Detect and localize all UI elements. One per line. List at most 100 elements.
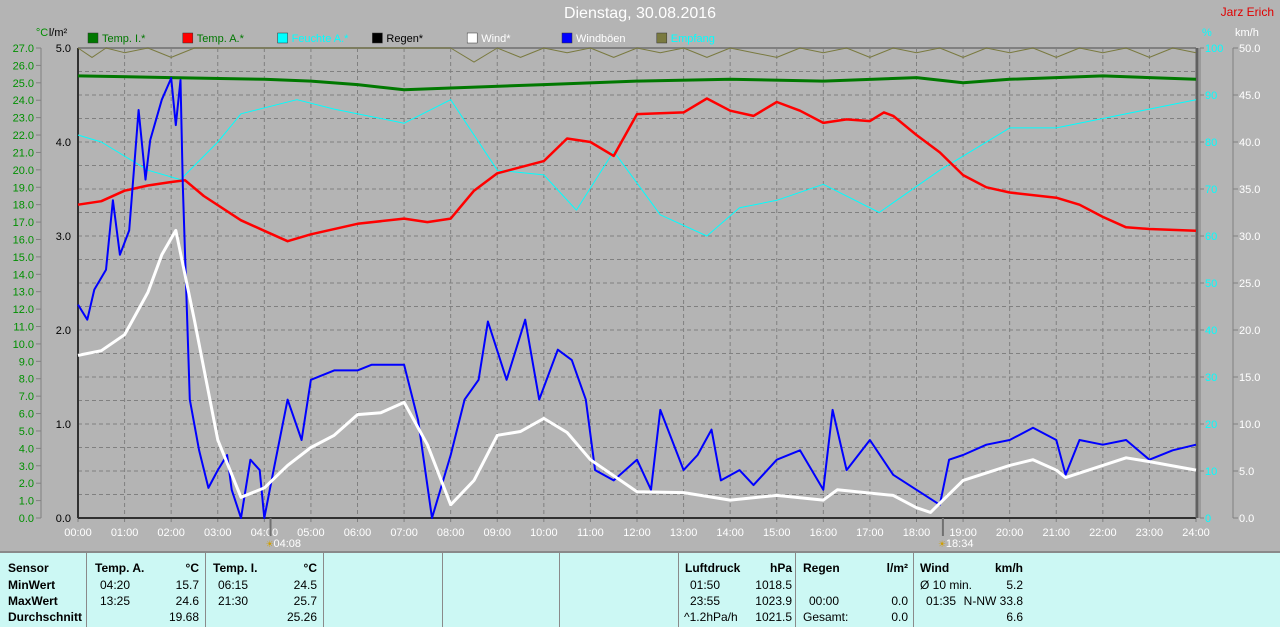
pressure-header: Luftdruck — [685, 561, 741, 575]
legend-swatch — [466, 32, 478, 44]
temp-tick-label: 14.0 — [13, 269, 34, 281]
temp-a-min-time: 04:20 — [100, 578, 131, 592]
x-tick-label: 21:00 — [1042, 527, 1070, 539]
x-tick-label: 17:00 — [856, 527, 884, 539]
temp-a-max: 24.6 — [175, 594, 199, 608]
legend-label: Temp. I.* — [102, 33, 146, 45]
avg-label: Durchschnitt — [8, 610, 83, 624]
rain-time: 00:00 — [809, 594, 840, 608]
x-tick-label: 05:00 — [297, 527, 325, 539]
humidity-tick-label: 10 — [1205, 466, 1217, 478]
humidity-tick-label: 70 — [1205, 184, 1217, 196]
temp-tick-label: 18.0 — [13, 200, 34, 212]
rain-unit: l/m² — [886, 561, 908, 575]
x-tick-label: 15:00 — [763, 527, 791, 539]
sensor-label: Sensor — [8, 561, 49, 575]
temp-i-max: 25.7 — [293, 594, 317, 608]
legend-label: Empfang — [671, 33, 715, 45]
x-tick-label: 23:00 — [1136, 527, 1164, 539]
min-label: MinWert — [8, 578, 56, 592]
temp-tick-label: 12.0 — [13, 304, 34, 316]
x-tick-label: 22:00 — [1089, 527, 1117, 539]
col-divider — [678, 553, 679, 627]
temp-tick-label: 2.0 — [19, 478, 34, 490]
marker-label: 04:08 — [274, 538, 302, 550]
temp-a-header: Temp. A. — [95, 561, 145, 575]
humidity-tick-label: 40 — [1205, 325, 1217, 337]
temp-tick-label: 1.0 — [19, 496, 34, 508]
pressure-current: 1021.5 — [755, 610, 792, 624]
temp-i-unit: °C — [303, 561, 317, 575]
temp-tick-label: 20.0 — [13, 165, 34, 177]
legend-label: Windböen — [576, 33, 626, 45]
rain-value: 0.0 — [891, 594, 908, 608]
temp-tick-label: 13.0 — [13, 287, 34, 299]
temp-i-header: Temp. I. — [213, 561, 258, 575]
temp-tick-label: 6.0 — [19, 409, 34, 421]
legend-swatch — [87, 32, 99, 44]
wind-avg-label: Ø 10 min. — [920, 578, 973, 592]
col-divider — [86, 553, 87, 627]
x-tick-label: 03:00 — [204, 527, 232, 539]
x-tick-label: 16:00 — [810, 527, 838, 539]
x-tick-label: 12:00 — [623, 527, 651, 539]
temp-tick-label: 15.0 — [13, 252, 34, 264]
pressure-unit: hPa — [769, 561, 792, 575]
series-line-windböen — [77, 77, 1197, 519]
legend-label: Wind* — [481, 33, 511, 45]
rain-total: 0.0 — [891, 610, 908, 624]
pressure-max-time: 23:55 — [690, 594, 721, 608]
temp-i-min: 24.5 — [293, 578, 317, 592]
wind-tick-label: 15.0 — [1239, 372, 1260, 384]
wind-max: N-NW 33.8 — [963, 594, 1023, 608]
col-divider — [913, 553, 914, 627]
temp-tick-label: 7.0 — [19, 391, 34, 403]
humidity-tick-label: 0 — [1205, 513, 1211, 525]
rain-tick-label: 3.0 — [56, 231, 71, 243]
temp-tick-label: 27.0 — [13, 43, 34, 55]
wind-header: Wind — [920, 561, 950, 575]
temp-a-max-time: 13:25 — [100, 594, 131, 608]
temp-i-min-time: 06:15 — [218, 578, 249, 592]
rain-tick-label: 5.0 — [56, 43, 71, 55]
humidity-tick-label: 30 — [1205, 372, 1217, 384]
max-label: MaxWert — [8, 594, 58, 608]
x-tick-label: 24:00 — [1182, 527, 1210, 539]
temp-tick-label: 4.0 — [19, 443, 34, 455]
x-tick-label: 08:00 — [437, 527, 465, 539]
col-divider — [795, 553, 796, 627]
legend-label: Regen* — [386, 33, 423, 45]
col-divider — [323, 553, 324, 627]
wind-axis-unit: km/h — [1235, 27, 1259, 39]
wind-tick-label: 10.0 — [1239, 419, 1260, 431]
temp-i-max-time: 21:30 — [218, 594, 249, 608]
col-divider — [559, 553, 560, 627]
wind-avg: 5.2 — [1006, 578, 1023, 592]
pressure-max: 1023.9 — [755, 594, 792, 608]
x-tick-label: 06:00 — [344, 527, 372, 539]
temp-tick-label: 11.0 — [13, 322, 34, 334]
x-tick-label: 02:00 — [157, 527, 185, 539]
x-tick-label: 13:00 — [670, 527, 698, 539]
temp-axis-unit: °C — [36, 27, 48, 39]
wind-tick-label: 25.0 — [1239, 278, 1260, 290]
wind-tick-label: 30.0 — [1239, 231, 1260, 243]
legend-swatch — [561, 32, 573, 44]
x-tick-label: 00:00 — [64, 527, 92, 539]
temp-tick-label: 9.0 — [19, 356, 34, 368]
rain-tick-label: 1.0 — [56, 419, 71, 431]
temp-a-min: 15.7 — [175, 578, 199, 592]
temp-i-avg: 25.26 — [286, 610, 317, 624]
col-divider — [205, 553, 206, 627]
wind-tick-label: 40.0 — [1239, 137, 1260, 149]
humidity-tick-label: 100 — [1205, 43, 1223, 55]
pressure-trend: ^1.2hPa/h — [684, 610, 738, 624]
humidity-tick-label: 20 — [1205, 419, 1217, 431]
wind-tick-label: 35.0 — [1239, 184, 1260, 196]
temp-tick-label: 25.0 — [13, 78, 34, 90]
x-tick-label: 09:00 — [483, 527, 511, 539]
rain-tick-label: 4.0 — [56, 137, 71, 149]
legend-swatch — [182, 32, 194, 44]
temp-tick-label: 17.0 — [13, 217, 34, 229]
temp-tick-label: 22.0 — [13, 130, 34, 142]
